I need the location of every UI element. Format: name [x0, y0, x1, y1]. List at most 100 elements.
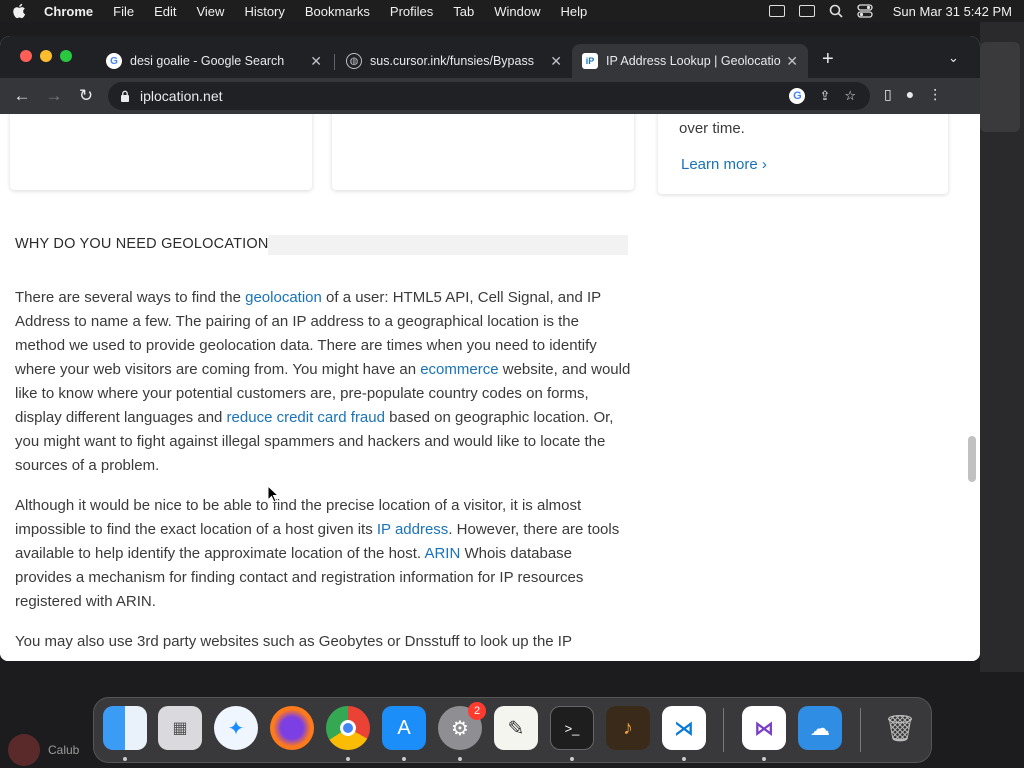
mouse-cursor-icon — [267, 485, 279, 503]
paragraph: Although it would be nice to be able to … — [15, 494, 631, 614]
menu-clock[interactable]: Sun Mar 31 5:42 PM — [893, 4, 1012, 19]
tab-title: desi goalie - Google Search — [130, 54, 285, 68]
avatar — [8, 734, 40, 766]
menu-bookmarks[interactable]: Bookmarks — [305, 4, 370, 19]
terminal-icon[interactable]: >_ — [550, 706, 594, 750]
sidebar-card-text: over time. — [679, 120, 745, 137]
share-icon[interactable]: ⇪ — [819, 88, 830, 104]
ip-address-link[interactable]: IP address — [377, 521, 448, 538]
chevron-right-icon: › — [761, 156, 767, 173]
apple-menu-icon[interactable] — [12, 3, 26, 19]
launchpad-icon[interactable]: ▦ — [158, 706, 202, 750]
sidebar-card: over time. Learn more › — [658, 114, 948, 194]
running-indicator — [682, 757, 686, 761]
finder-icon[interactable] — [103, 706, 147, 750]
address-bar[interactable]: iplocation.net G ⇪ ☆ — [108, 82, 870, 110]
keyboard-icon[interactable] — [768, 5, 785, 17]
tab-google-search[interactable]: G desi goalie - Google Search ✕ — [96, 44, 332, 78]
spotlight-search-icon[interactable] — [829, 4, 843, 18]
menu-bar: Chrome File Edit View History Bookmarks … — [0, 0, 1024, 22]
visual-studio-icon[interactable]: ⋈ — [742, 706, 786, 750]
tab-search-chevron-icon[interactable]: ⌄ — [948, 50, 959, 66]
menu-edit[interactable]: Edit — [154, 4, 176, 19]
status-icons: Sun Mar 31 5:42 PM — [768, 4, 1012, 19]
omnibox-actions: G ⇪ ☆ — [789, 82, 856, 110]
app-store-icon[interactable]: A — [382, 706, 426, 750]
section-heading: WHY DO YOU NEED GEOLOCATION? — [15, 236, 277, 252]
desktop-user-label: Calub — [48, 743, 80, 757]
tab-title: sus.cursor.ink/funsies/Bypass — [370, 54, 534, 68]
web-page: over time. Learn more › WHY DO YOU NEED … — [0, 114, 980, 661]
tab-separator — [334, 54, 335, 70]
menu-history[interactable]: History — [244, 4, 284, 19]
forward-arrow-icon[interactable]: → — [44, 86, 64, 106]
dock-separator — [723, 708, 724, 752]
ecommerce-link[interactable]: ecommerce — [420, 361, 498, 378]
control-center-icon[interactable] — [857, 4, 873, 18]
close-window-button[interactable] — [20, 50, 32, 62]
menu-profiles[interactable]: Profiles — [390, 4, 433, 19]
google-icon: G — [106, 53, 122, 69]
screen-mirroring-icon[interactable] — [798, 5, 815, 17]
trash-icon[interactable]: 🗑 — [878, 706, 922, 750]
running-indicator — [570, 757, 574, 761]
heading-rule — [268, 235, 628, 255]
back-arrow-icon[interactable]: ← — [12, 86, 32, 106]
safari-icon[interactable]: ✦ — [214, 706, 258, 750]
menu-tab[interactable]: Tab — [453, 4, 474, 19]
menu-file[interactable]: File — [113, 4, 134, 19]
new-tab-icon[interactable]: + — [822, 48, 834, 71]
url-text[interactable]: iplocation.net — [140, 88, 223, 104]
paragraph-text: There are several ways to find the — [15, 289, 246, 306]
side-panel-icon[interactable]: ▯ — [884, 86, 892, 103]
desktop-user-item[interactable]: Calub — [8, 734, 79, 766]
menu-app-name[interactable]: Chrome — [44, 4, 93, 19]
geolocation-link[interactable]: geolocation — [245, 289, 322, 306]
globe-icon: ◍ — [346, 53, 362, 69]
menu-window[interactable]: Window — [494, 4, 540, 19]
close-tab-icon[interactable]: ✕ — [310, 53, 322, 70]
close-tab-icon[interactable]: ✕ — [550, 53, 562, 70]
toolbar-right: ▯ ● ⋮ — [884, 86, 942, 103]
info-card — [332, 114, 634, 190]
weather-icon[interactable]: ☁ — [798, 706, 842, 750]
bookmark-star-icon[interactable]: ☆ — [844, 88, 856, 104]
chrome-window: G desi goalie - Google Search ✕ ◍ sus.cu… — [0, 36, 980, 661]
menu-view[interactable]: View — [196, 4, 224, 19]
google-lens-icon[interactable]: G — [789, 88, 806, 104]
info-card — [10, 114, 312, 190]
firefox-icon[interactable] — [270, 706, 314, 750]
chrome-icon[interactable] — [326, 706, 370, 750]
lock-icon[interactable] — [120, 90, 130, 102]
paragraph: There are several ways to find the geolo… — [15, 286, 631, 478]
background-window[interactable] — [980, 42, 1020, 132]
vscode-icon[interactable]: ⋊ — [662, 706, 706, 750]
dock: ▦ ✦ A ⚙ 2 ✎ >_ ♪ ⋊ ⋈ ☁ 🗑 — [93, 697, 932, 763]
garageband-icon[interactable]: ♪ — [606, 706, 650, 750]
profile-icon[interactable]: ● — [906, 86, 914, 103]
running-indicator — [762, 757, 766, 761]
close-tab-icon[interactable]: ✕ — [786, 53, 798, 70]
learn-more-label[interactable]: Learn more — [681, 156, 758, 173]
textedit-icon[interactable]: ✎ — [494, 706, 538, 750]
running-indicator — [458, 757, 462, 761]
dock-separator — [860, 708, 861, 752]
paragraph-text: You may also use 3rd party websites such… — [15, 633, 572, 650]
iplocation-icon: iP — [582, 53, 598, 69]
running-indicator — [402, 757, 406, 761]
tab-sus-cursor[interactable]: ◍ sus.cursor.ink/funsies/Bypass ✕ — [336, 44, 572, 78]
reload-icon[interactable]: ↻ — [76, 86, 96, 106]
tab-strip: G desi goalie - Google Search ✕ ◍ sus.cu… — [0, 36, 980, 78]
credit-card-fraud-link[interactable]: reduce credit card fraud — [227, 409, 385, 426]
notification-badge: 2 — [468, 702, 486, 720]
learn-more-link[interactable]: Learn more › — [681, 156, 767, 173]
more-menu-icon[interactable]: ⋮ — [928, 86, 942, 103]
page-scrollbar[interactable] — [968, 436, 976, 482]
arin-link[interactable]: ARIN — [424, 545, 460, 562]
desktop-background — [980, 22, 1024, 672]
running-indicator — [346, 757, 350, 761]
minimize-window-button[interactable] — [40, 50, 52, 62]
tab-iplocation[interactable]: iP IP Address Lookup | Geolocatio ✕ — [572, 44, 808, 78]
menu-help[interactable]: Help — [561, 4, 588, 19]
zoom-window-button[interactable] — [60, 50, 72, 62]
